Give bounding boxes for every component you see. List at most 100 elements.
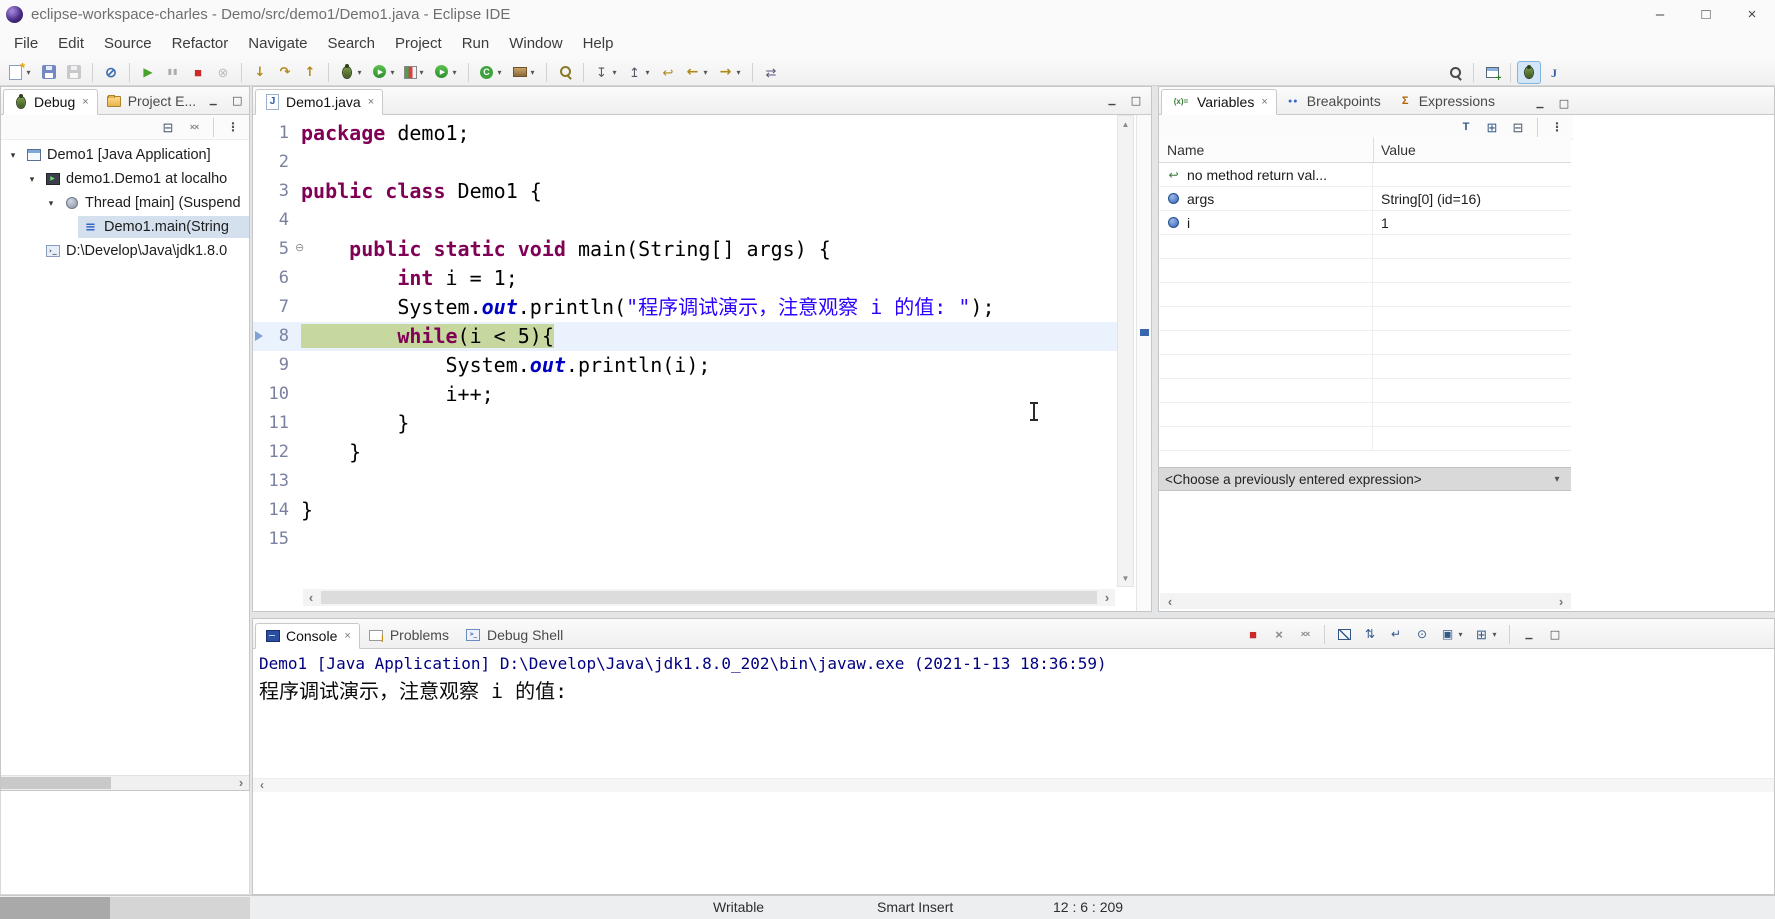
line-number[interactable]: 9 bbox=[253, 351, 293, 380]
editor-vscrollbar[interactable] bbox=[1117, 115, 1134, 587]
dropdown-arrow-icon[interactable] bbox=[450, 68, 459, 77]
fold-marker-icon[interactable]: ⊖ bbox=[295, 243, 304, 254]
scroll-right-icon[interactable] bbox=[233, 776, 249, 790]
dropdown-arrow-icon[interactable] bbox=[355, 68, 364, 77]
menu-window[interactable]: Window bbox=[499, 28, 572, 59]
display-console-button[interactable] bbox=[1436, 623, 1468, 646]
variables-view-tab-variables[interactable]: Variables× bbox=[1161, 89, 1277, 115]
line-number[interactable]: 11 bbox=[253, 409, 293, 438]
terminate-button[interactable] bbox=[186, 61, 210, 84]
search-flashlight-button[interactable] bbox=[553, 61, 577, 84]
scroll-lock-button[interactable] bbox=[1358, 623, 1382, 646]
code-line[interactable]: 15 bbox=[253, 525, 1117, 554]
line-number[interactable]: 10 bbox=[253, 380, 293, 409]
external-tools-button[interactable] bbox=[430, 61, 462, 84]
dropdown-arrow-icon[interactable] bbox=[701, 68, 710, 77]
remove-all-terminated-button[interactable] bbox=[1293, 623, 1317, 646]
close-window-button[interactable]: × bbox=[1729, 0, 1775, 28]
minimize-window-button[interactable]: – bbox=[1637, 0, 1683, 28]
word-wrap-button[interactable] bbox=[1384, 623, 1408, 646]
maximize-window-button[interactable]: □ bbox=[1683, 0, 1729, 28]
dropdown-arrow-icon[interactable] bbox=[610, 68, 619, 77]
link-editor-button[interactable] bbox=[759, 61, 783, 84]
dropdown-arrow-icon[interactable] bbox=[643, 68, 652, 77]
minimize-view-button[interactable] bbox=[204, 92, 222, 110]
scroll-up-icon[interactable] bbox=[1118, 116, 1133, 132]
editor-hscrollbar[interactable] bbox=[303, 589, 1115, 606]
show-logical-structures-button[interactable] bbox=[1480, 116, 1504, 139]
back-button[interactable] bbox=[681, 61, 713, 84]
line-number[interactable]: 15 bbox=[253, 525, 293, 554]
step-over-button[interactable] bbox=[273, 61, 297, 84]
debug-tree-item[interactable]: D:\Develop\Java\jdk1.8.0 bbox=[1, 239, 249, 263]
dropdown-arrow-icon[interactable] bbox=[734, 68, 743, 77]
close-tab-icon[interactable]: × bbox=[344, 630, 350, 642]
code-line[interactable]: 3public class Demo1 { bbox=[253, 177, 1117, 206]
scrollbar-thumb[interactable] bbox=[1, 777, 111, 789]
open-perspective-button[interactable] bbox=[1480, 61, 1504, 84]
coverage-button[interactable] bbox=[401, 61, 429, 84]
variables-hscrollbar[interactable] bbox=[1160, 593, 1571, 609]
code-line[interactable]: 5⊖ public static void main(String[] args… bbox=[253, 235, 1117, 264]
menu-source[interactable]: Source bbox=[94, 28, 162, 59]
maximize-view-button[interactable] bbox=[1127, 92, 1145, 110]
dropdown-arrow-icon[interactable] bbox=[388, 68, 397, 77]
column-header-name[interactable]: Name bbox=[1167, 137, 1204, 163]
search-button[interactable] bbox=[1443, 61, 1467, 84]
new-package-button[interactable] bbox=[508, 61, 540, 84]
code-line[interactable]: 6 int i = 1; bbox=[253, 264, 1117, 293]
debug-perspective-button[interactable] bbox=[1517, 61, 1541, 84]
code-line[interactable]: 10 i++; bbox=[253, 380, 1117, 409]
menu-refactor[interactable]: Refactor bbox=[162, 28, 239, 59]
close-tab-icon[interactable]: × bbox=[1261, 96, 1267, 108]
line-number[interactable]: 13 bbox=[253, 467, 293, 496]
variable-row[interactable]: no method return val... bbox=[1159, 163, 1571, 187]
dropdown-arrow-icon[interactable] bbox=[417, 68, 426, 77]
scroll-left-icon[interactable] bbox=[1162, 593, 1178, 610]
resume-button[interactable] bbox=[136, 61, 160, 84]
editor-tab-demo1-java[interactable]: Demo1.java× bbox=[255, 89, 383, 115]
console-view-tab-problems[interactable]: Problems bbox=[360, 622, 457, 648]
code-line[interactable]: 7 System.out.println("程序调试演示，注意观察 i 的值: … bbox=[253, 293, 1117, 322]
line-number[interactable]: 4 bbox=[253, 206, 293, 235]
close-tab-icon[interactable]: × bbox=[82, 96, 88, 108]
prev-annotation-button[interactable] bbox=[623, 61, 655, 84]
view-menu-button[interactable] bbox=[221, 116, 245, 139]
debug-view-hscrollbar[interactable] bbox=[1, 775, 249, 790]
terminate-button[interactable] bbox=[1241, 623, 1265, 646]
dropdown-arrow-icon[interactable] bbox=[528, 68, 537, 77]
minimize-view-button[interactable] bbox=[1531, 95, 1549, 113]
status-scrollbar-thumb[interactable] bbox=[0, 897, 110, 919]
debug-tree-item[interactable]: ▾Thread [main] (Suspend bbox=[1, 191, 249, 215]
collapse-all-button[interactable] bbox=[156, 116, 180, 139]
step-into-button[interactable] bbox=[248, 61, 272, 84]
tree-expander-icon[interactable]: ▾ bbox=[24, 174, 40, 185]
disconnect-button[interactable] bbox=[211, 61, 235, 84]
run-button[interactable] bbox=[368, 61, 400, 84]
variable-row[interactable]: i1 bbox=[1159, 211, 1571, 235]
tree-expander-icon[interactable]: ▾ bbox=[43, 198, 59, 209]
scroll-down-icon[interactable] bbox=[1118, 570, 1133, 586]
new-class-button[interactable] bbox=[475, 61, 507, 84]
line-number[interactable]: 6 bbox=[253, 264, 293, 293]
scrollbar-thumb[interactable] bbox=[321, 591, 1097, 604]
view-menu-button[interactable] bbox=[1545, 116, 1569, 139]
menu-project[interactable]: Project bbox=[385, 28, 452, 59]
code-line[interactable]: 1package demo1; bbox=[253, 119, 1117, 148]
code-line[interactable]: 9 System.out.println(i); bbox=[253, 351, 1117, 380]
scroll-left-icon[interactable] bbox=[303, 589, 319, 606]
suspend-button[interactable] bbox=[161, 61, 185, 84]
remove-launch-button[interactable] bbox=[1267, 623, 1291, 646]
code-line[interactable]: 11 } bbox=[253, 409, 1117, 438]
debug-button[interactable] bbox=[335, 61, 367, 84]
code-line[interactable]: 14} bbox=[253, 496, 1117, 525]
dropdown-arrow-icon[interactable] bbox=[1490, 630, 1499, 639]
minimize-button[interactable] bbox=[1517, 623, 1541, 646]
remove-all-terminated-button[interactable] bbox=[182, 116, 206, 139]
console-hscrollbar[interactable] bbox=[253, 778, 1774, 792]
save-button[interactable] bbox=[37, 61, 61, 84]
line-number[interactable]: 2 bbox=[253, 148, 293, 177]
chevron-down-icon[interactable] bbox=[1549, 474, 1565, 485]
java-perspective-button[interactable] bbox=[1542, 61, 1566, 84]
variable-row[interactable]: argsString[0] (id=16) bbox=[1159, 187, 1571, 211]
